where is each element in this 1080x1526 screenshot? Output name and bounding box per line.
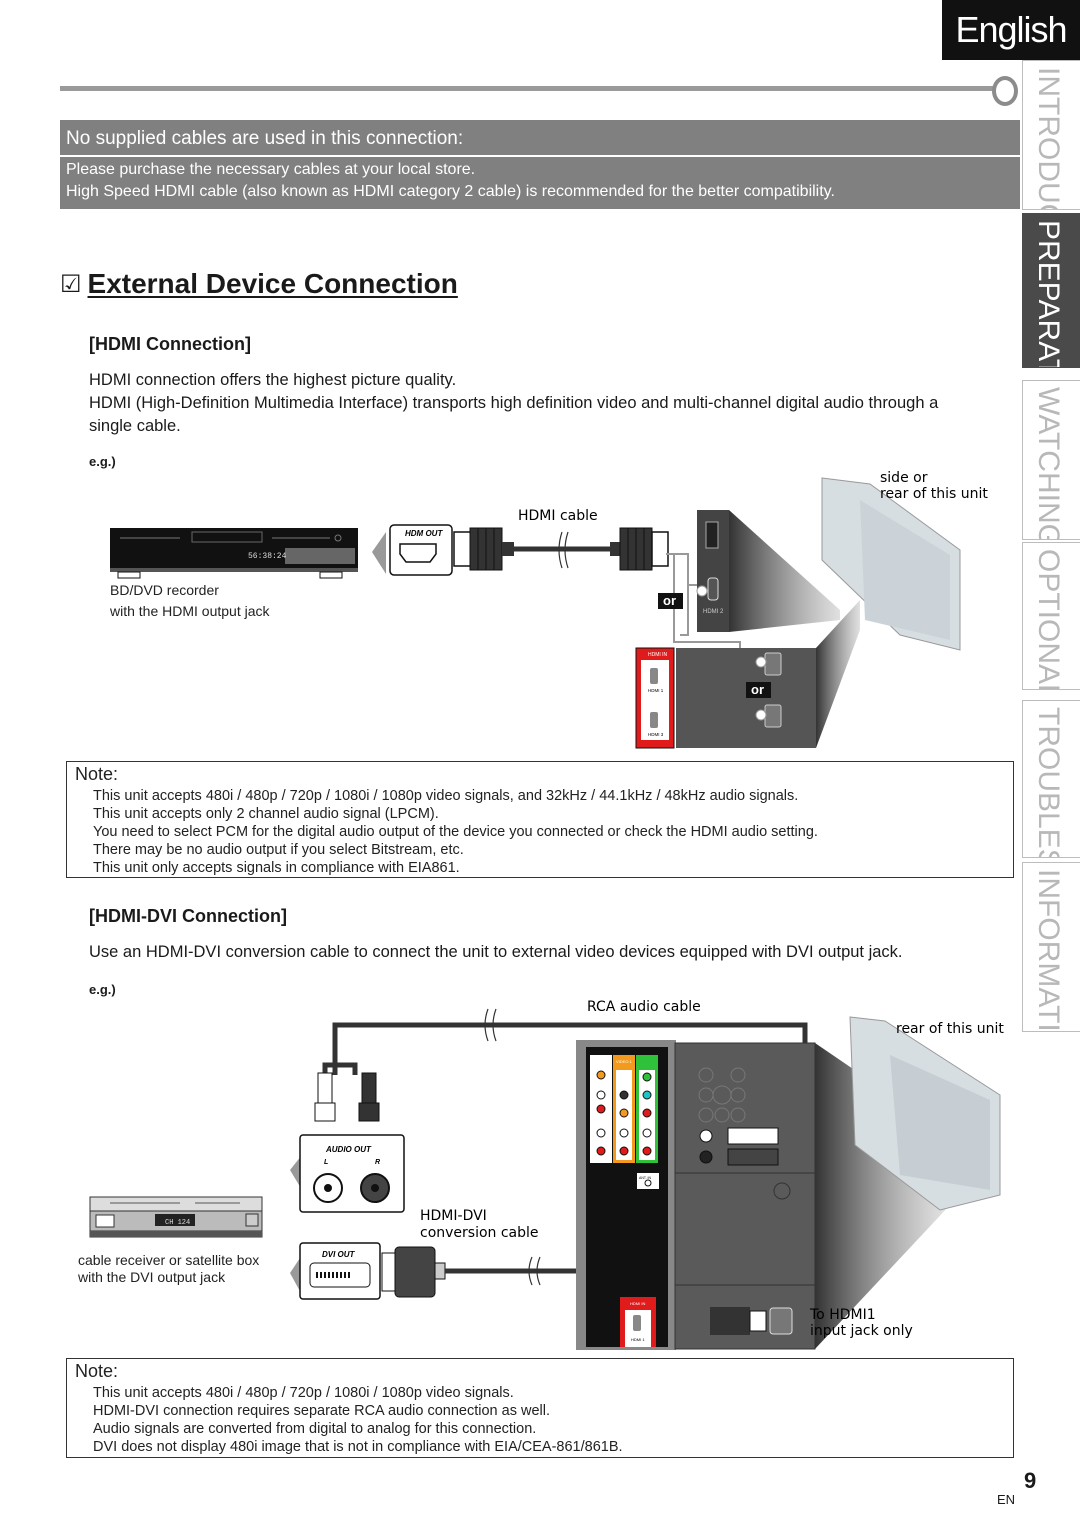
target-caption: input jack only	[810, 1323, 913, 1339]
diagram-label: HDMI IN	[630, 1301, 645, 1306]
diagram-label: HDMI IN	[648, 652, 668, 658]
hdmi-paragraph: HDMI connection offers the highest pictu…	[89, 371, 457, 389]
caption-line: cable receiver or satellite box	[78, 1252, 260, 1268]
diagram-label: HDMI 3	[648, 732, 664, 737]
hdmi-dvi-diagram: AUDIO OUT L R CH 124 DVI OUT VIDEO 1 ANT…	[89, 999, 1004, 1350]
recorder-caption: BD/DVD recorder with the HDMI output jac…	[110, 582, 270, 620]
hdmi-dvi-note: Note: This unit accepts 480i / 480p / 72…	[66, 1358, 1014, 1458]
unit-caption: rear of this unit	[880, 486, 988, 502]
rca-cable-label: RCA audio cable	[587, 999, 701, 1015]
hdmi-dvi-description: Use an HDMI-DVI conversion cable to conn…	[89, 943, 903, 961]
diagram-label: or	[751, 682, 764, 697]
note-line: You need to select PCM for the digital a…	[93, 824, 818, 840]
side-tab-label: TROUBLESHOOTING	[1032, 707, 1065, 858]
rca-plug-white	[727, 1127, 779, 1145]
receiver-display: CH 124	[165, 1219, 190, 1227]
note-line: This unit accepts 480i / 480p / 720p / 1…	[93, 788, 799, 804]
side-tab-preparation[interactable]: PREPARATION	[1022, 213, 1080, 368]
diagram-label: ANT. IN	[639, 1176, 652, 1180]
hdmi-connection-title: [HDMI Connection]	[89, 334, 251, 354]
side-tab-optional-setting[interactable]: OPTIONAL SETTING	[1022, 542, 1080, 690]
note-line: This unit only accepts signals in compli…	[93, 860, 460, 876]
side-tab-information[interactable]: INFORMATION	[1022, 862, 1080, 1032]
hdmi-description: HDMI connection offers the highest pictu…	[89, 369, 969, 438]
hdmi-note: Note: This unit accepts 480i / 480p / 72…	[66, 761, 1014, 878]
hdmi-paragraph: HDMI (High-Definition Multimedia Interfa…	[89, 394, 939, 435]
caption-line: with the DVI output jack	[78, 1269, 226, 1285]
language-tab[interactable]: English	[942, 0, 1080, 60]
hdmi-out-label: HDM OUT	[405, 529, 443, 538]
conversion-cable-label: conversion cable	[420, 1225, 539, 1241]
recorder-display: 56:38:24	[248, 552, 287, 561]
page-number: 9	[1024, 1468, 1037, 1493]
side-tab-label: INTRODUCTION	[1032, 67, 1065, 210]
side-tab-troubleshooting[interactable]: TROUBLESHOOTING	[1022, 700, 1080, 858]
side-tab-label: INFORMATION	[1032, 869, 1065, 1032]
section-title-text: External Device Connection	[87, 268, 458, 299]
banner-heading: No supplied cables are used in this conn…	[60, 120, 1020, 155]
dvi-plug-icon	[394, 1246, 436, 1298]
side-tab-watching-tv[interactable]: WATCHING TV	[1022, 380, 1080, 540]
diagram-label: VIDEO 1	[616, 1059, 633, 1064]
diagram-label: HDMI 1	[631, 1337, 645, 1342]
note-line: HDMI-DVI connection requires separate RC…	[93, 1403, 550, 1419]
bd-dvd-recorder-icon	[110, 528, 358, 579]
diagram-label: R	[375, 1159, 380, 1166]
caption-line: with the HDMI output jack	[110, 603, 270, 619]
side-tab-label: PREPARATION	[1032, 220, 1065, 368]
hdmi-plug-icon	[710, 1307, 750, 1335]
diagram-label: or	[663, 593, 676, 608]
language-code: EN	[997, 1492, 1016, 1507]
top-rule-knob	[992, 76, 1018, 106]
unit-caption: rear of this unit	[896, 1021, 1004, 1037]
side-tab-label: OPTIONAL SETTING	[1031, 549, 1065, 689]
conversion-cable-label: HDMI-DVI	[420, 1208, 487, 1224]
hdmi-cable-label: HDMI cable	[518, 508, 598, 524]
diagram-label: L	[324, 1159, 328, 1166]
diagram-label: HDMI 1	[648, 688, 664, 693]
cable-receiver-icon	[89, 1196, 263, 1238]
side-jack-label: HDMI 2	[703, 609, 724, 615]
note-line: DVI does not display 480i image that is …	[93, 1439, 623, 1455]
banner-line: Please purchase the necessary cables at …	[66, 161, 476, 178]
banner-line: High Speed HDMI cable (also known as HDM…	[66, 183, 835, 200]
unit-caption: side or	[880, 470, 928, 486]
checkbox-icon: ☑	[60, 270, 82, 298]
note-title: Note:	[75, 1361, 119, 1381]
note-line: This unit accepts 480i / 480p / 720p / 1…	[93, 1385, 514, 1401]
note-line: There may be no audio output if you sele…	[93, 842, 464, 858]
banner-body: Please purchase the necessary cables at …	[60, 157, 1020, 209]
rca-plug-red	[727, 1148, 779, 1166]
top-rule	[60, 86, 996, 91]
note-title: Note:	[75, 764, 119, 784]
arrow-icon	[372, 532, 386, 574]
side-tab-introduction[interactable]: INTRODUCTION	[1022, 60, 1080, 210]
note-line: This unit accepts only 2 channel audio s…	[93, 806, 439, 822]
note-line: Audio signals are converted from digital…	[93, 1421, 537, 1437]
caption-line: BD/DVD recorder	[110, 582, 219, 598]
receiver-caption: cable receiver or satellite box with the…	[78, 1252, 259, 1286]
side-tab-label: WATCHING TV	[1032, 387, 1065, 540]
target-caption: To HDMI1	[809, 1307, 876, 1323]
hdmi-dvi-connection-title: [HDMI-DVI Connection]	[89, 906, 287, 926]
diagram-label: AUDIO OUT	[325, 1145, 372, 1154]
section-title: ☑ External Device Connection	[60, 268, 458, 300]
hdmi-port-icon	[399, 543, 437, 563]
diagram-label: DVI OUT	[322, 1250, 356, 1259]
